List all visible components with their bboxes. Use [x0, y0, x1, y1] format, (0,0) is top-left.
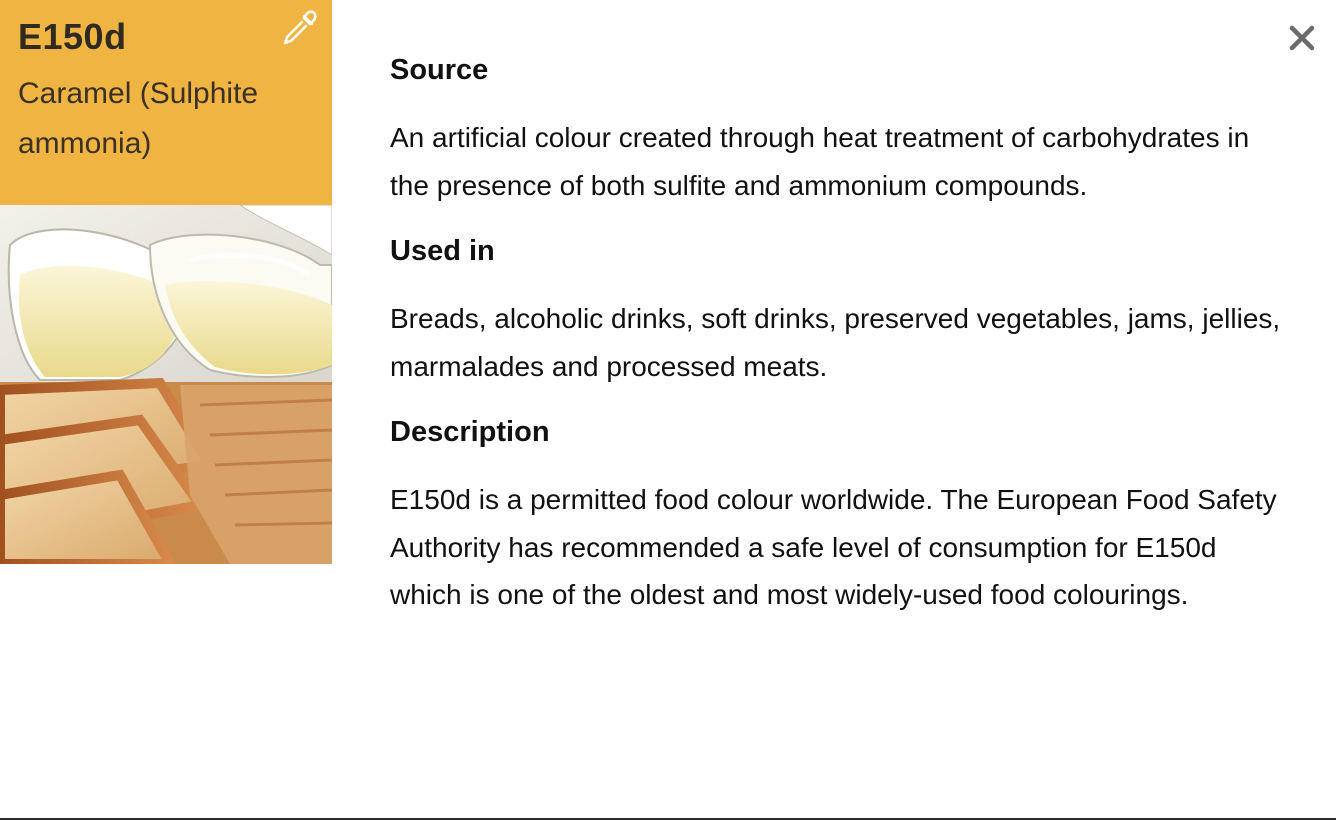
- additive-name: Caramel (Sulphite ammonia): [18, 77, 259, 160]
- source-text: An artificial colour created through hea…: [390, 122, 1250, 201]
- used-in-text: Breads, alcoholic drinks, soft drinks, p…: [390, 303, 1281, 382]
- additive-details: Source An artificial colour created thro…: [390, 48, 1290, 619]
- used-in-heading: Used in: [390, 235, 495, 267]
- source-heading: Source: [390, 54, 489, 86]
- close-icon[interactable]: [1282, 18, 1322, 58]
- additive-code: E150d: [18, 16, 127, 57]
- description-heading: Description: [390, 416, 550, 448]
- food-image: [0, 205, 332, 564]
- additive-header: E150d Caramel (Sulphite ammonia): [0, 0, 332, 205]
- description-text: E150d is a permitted food colour worldwi…: [390, 484, 1277, 610]
- eyedropper-icon[interactable]: [282, 10, 318, 46]
- additive-sidebar: E150d Caramel (Sulphite ammonia): [0, 0, 332, 564]
